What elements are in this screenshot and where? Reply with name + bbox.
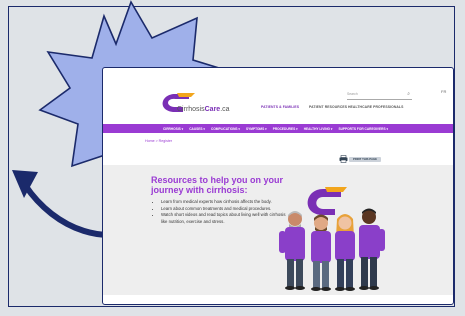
- print-label: PRINT THIS PAGE: [349, 157, 381, 162]
- top-link-healthcare-professionals[interactable]: HEALTHCARE PROFESSIONALS: [348, 105, 403, 109]
- breadcrumb[interactable]: Home > Register: [145, 139, 172, 143]
- person-2: [311, 214, 331, 291]
- person-1: [279, 211, 305, 290]
- menu-item-label: CIRRHOSIS: [163, 126, 181, 131]
- menu-item-complications[interactable]: COMPLICATIONS ▾: [211, 127, 240, 131]
- menu-item-label: CAUSES: [189, 126, 203, 131]
- menu-item-symptoms[interactable]: SYMPTOMS ▾: [246, 127, 267, 131]
- logo-backdrop-accent-icon: [325, 187, 347, 192]
- logo-part2: Care: [204, 106, 221, 113]
- menu-item-label: PROCEDURES: [272, 126, 296, 131]
- top-link-patient-resources[interactable]: PATIENT RESOURCES: [309, 105, 347, 109]
- website-screenshot: CirrhosisCare.ca PATIENTS & FAMILIES PAT…: [102, 67, 454, 305]
- logo-tld: .ca: [220, 106, 230, 113]
- menu-item-label: HEALTHY LIVING: [303, 126, 330, 131]
- hero-banner: Resources to help you on your journey wi…: [103, 165, 453, 295]
- menu-item-label: SYMPTOMS: [246, 126, 265, 131]
- menu-item-supports-caregivers[interactable]: SUPPORTS FOR CAREGIVERS ▾: [339, 127, 389, 131]
- people-illustration: [279, 187, 385, 291]
- top-link-patients-families[interactable]: PATIENTS & FAMILIES: [261, 105, 299, 109]
- person-3: [335, 214, 355, 291]
- person-4: [359, 208, 385, 290]
- menu-item-causes[interactable]: CAUSES ▾: [189, 127, 205, 131]
- search-icon[interactable]: ⌕: [407, 91, 410, 97]
- menu-item-cirrhosis[interactable]: CIRRHOSIS ▾: [163, 127, 183, 131]
- search-input[interactable]: Search: [347, 92, 358, 96]
- logo-wordmark[interactable]: CirrhosisCare.ca: [177, 106, 230, 113]
- printer-icon: [339, 155, 348, 163]
- menu-item-procedures[interactable]: PROCEDURES ▾: [273, 127, 298, 131]
- language-toggle[interactable]: FR: [441, 89, 446, 94]
- menu-item-healthy-living[interactable]: HEALTHY LIVING ▾: [304, 127, 333, 131]
- site-header: CirrhosisCare.ca PATIENTS & FAMILIES PAT…: [103, 68, 453, 120]
- logo-backdrop-icon: [307, 189, 341, 215]
- logo-part1: Cirrhosis: [177, 106, 205, 113]
- print-button[interactable]: PRINT THIS PAGE: [339, 155, 381, 163]
- search-field[interactable]: Search ⌕: [347, 91, 412, 100]
- menu-item-label: COMPLICATIONS: [211, 126, 238, 131]
- menu-item-label: SUPPORTS FOR CAREGIVERS: [338, 126, 386, 131]
- slide-canvas: CirrhosisCare.ca PATIENTS & FAMILIES PAT…: [0, 0, 465, 316]
- main-menu: CIRRHOSIS ▾ CAUSES ▾ COMPLICATIONS ▾ SYM…: [103, 124, 453, 133]
